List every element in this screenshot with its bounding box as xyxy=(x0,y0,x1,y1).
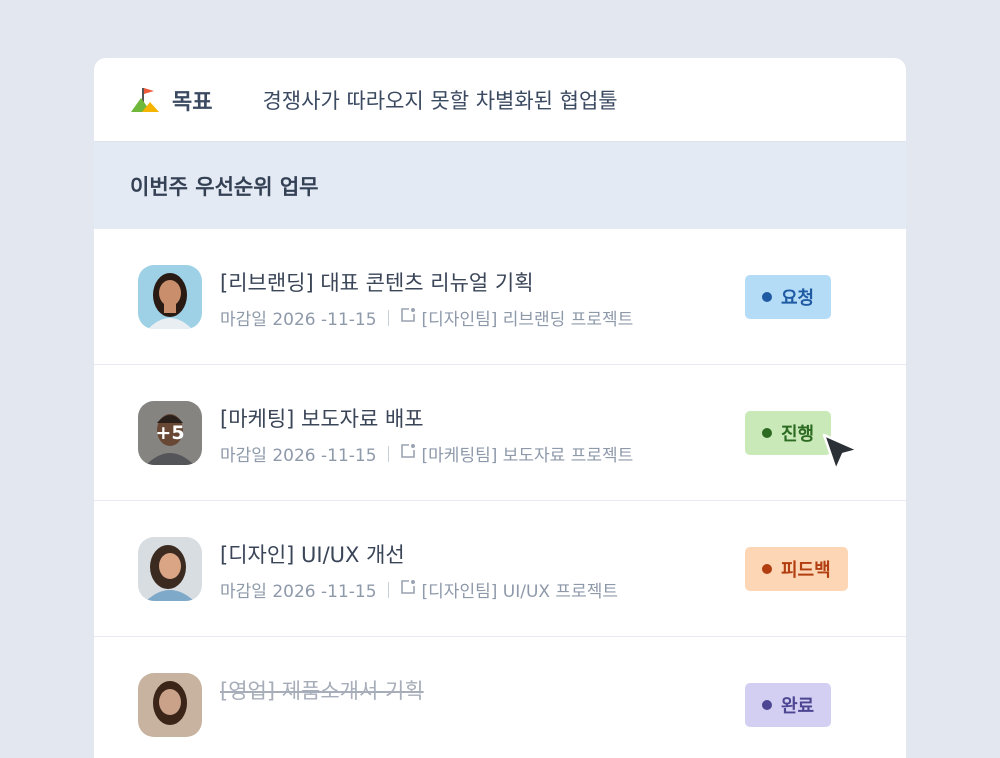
project-name[interactable]: [디자인팀] UI/UX 프로젝트 xyxy=(422,577,618,602)
due-date: 마감일 2026 -11-15 xyxy=(220,446,377,466)
status-dot xyxy=(762,700,772,710)
goal-text: 경쟁사가 따라오지 못할 차별화된 협업툴 xyxy=(262,88,618,113)
task-title[interactable]: [리브랜딩] 대표 콘텐츠 리뉴얼 기획 xyxy=(220,267,534,297)
status-label: 진행 xyxy=(781,424,815,445)
task-meta: 마감일 2026 -11-15 [디자인팀] 리브랜딩 프로젝트 xyxy=(220,305,633,330)
task-title[interactable]: [마케팅] 보도자료 배포 xyxy=(220,403,424,433)
task-row[interactable]: [디자인] UI/UX 개선 마감일 2026 -11-15 [디자인팀] UI… xyxy=(94,501,906,637)
avatar-extra-count: +5 xyxy=(138,401,202,465)
goal-flag-icon xyxy=(130,85,160,115)
project-icon xyxy=(400,443,416,464)
status-badge[interactable]: 피드백 xyxy=(745,547,848,591)
avatar xyxy=(138,537,202,601)
divider xyxy=(387,309,389,326)
divider xyxy=(387,445,389,462)
goal-label: 목표 xyxy=(172,89,213,115)
status-badge[interactable]: 진행 xyxy=(745,411,832,455)
mouse-cursor-icon xyxy=(820,432,862,480)
section-title: 이번주 우선순위 업무 xyxy=(130,174,319,199)
task-meta: 마감일 2026 -11-15 [디자인팀] UI/UX 프로젝트 xyxy=(220,577,618,602)
due-date: 마감일 2026 -11-15 xyxy=(220,310,377,330)
project-name[interactable]: [디자인팀] 리브랜딩 프로젝트 xyxy=(422,305,634,330)
status-label: 완료 xyxy=(781,696,815,717)
avatar xyxy=(138,265,202,329)
status-dot xyxy=(762,564,772,574)
due-date: 마감일 2026 -11-15 xyxy=(220,582,377,602)
status-dot xyxy=(762,428,772,438)
section-header: 이번주 우선순위 업무 xyxy=(94,142,906,229)
status-badge[interactable]: 요청 xyxy=(745,275,832,319)
task-meta: 마감일 2026 -11-15 [마케팅팀] 보도자료 프로젝트 xyxy=(220,441,633,466)
task-title[interactable]: [디자인] UI/UX 개선 xyxy=(220,539,405,569)
project-icon xyxy=(400,579,416,600)
status-badge[interactable]: 완료 xyxy=(745,683,832,727)
status-label: 요청 xyxy=(781,288,815,309)
avatar xyxy=(138,673,202,737)
priority-card: 목표 경쟁사가 따라오지 못할 차별화된 협업툴 이번주 우선순위 업무 [리브… xyxy=(94,58,906,758)
avatar: +5 xyxy=(138,401,202,465)
goal-row: 목표 경쟁사가 따라오지 못할 차별화된 협업툴 xyxy=(94,58,906,142)
divider xyxy=(387,581,389,598)
task-title[interactable]: [영업] 제품소개서 기획 xyxy=(220,675,424,705)
status-dot xyxy=(762,292,772,302)
project-name[interactable]: [마케팅팀] 보도자료 프로젝트 xyxy=(422,441,634,466)
task-row[interactable]: [리브랜딩] 대표 콘텐츠 리뉴얼 기획 마감일 2026 -11-15 [디자… xyxy=(94,229,906,365)
status-label: 피드백 xyxy=(781,560,831,581)
project-icon xyxy=(400,307,416,328)
task-row[interactable]: +5 [마케팅] 보도자료 배포 마감일 2026 -11-15 [마케팅팀] … xyxy=(94,365,906,501)
task-row[interactable]: [영업] 제품소개서 기획 완료 xyxy=(94,637,906,758)
